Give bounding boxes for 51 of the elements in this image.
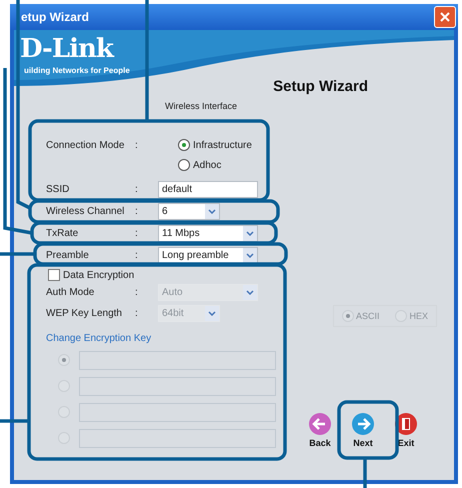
- dropdown[interactable]: Long preamble: [158, 246, 258, 264]
- next-button[interactable]: Next: [346, 412, 380, 448]
- field-label: SSID: [46, 184, 70, 194]
- exit-button[interactable]: Exit: [389, 412, 423, 448]
- field-label: Connection Mode: [46, 140, 126, 151]
- chevron-down-icon: [246, 252, 254, 258]
- separator: :: [135, 287, 139, 298]
- field-label: Preamble: [46, 250, 90, 260]
- window-title: etup Wizard: [21, 10, 89, 24]
- separator: :: [135, 184, 139, 194]
- back-button[interactable]: Back: [303, 412, 337, 448]
- logo: D-Link: [20, 34, 113, 64]
- chevron-down-icon: [208, 311, 216, 316]
- page-heading: Setup Wizard: [273, 78, 368, 95]
- leader-line: [363, 458, 367, 488]
- separator: :: [135, 308, 139, 319]
- field-label: WEP Key Length: [46, 308, 123, 319]
- dropdown[interactable]: 11 Mbps: [158, 224, 258, 242]
- chevron-down-icon: [246, 290, 254, 295]
- key-field[interactable]: [79, 402, 276, 422]
- door-icon: [394, 412, 418, 436]
- radio-button[interactable]: [178, 159, 190, 171]
- field-label: TxRate: [46, 228, 80, 238]
- checkbox[interactable]: [48, 269, 60, 281]
- close-icon: [440, 12, 450, 22]
- field-label: Wireless Channel: [46, 206, 126, 216]
- radio-label[interactable]: Infrastructure: [193, 140, 252, 150]
- arrow-right-icon: [351, 412, 375, 436]
- separator: :: [135, 140, 139, 151]
- chevron-down-icon: [246, 230, 254, 236]
- radio-button[interactable]: [178, 139, 190, 151]
- key-field[interactable]: [79, 376, 276, 396]
- section-title: Wireless Interface: [165, 101, 238, 111]
- arrow-left-icon: [308, 412, 332, 436]
- tagline: uilding Networks for People: [24, 66, 130, 75]
- separator: :: [135, 206, 139, 216]
- leader-line: [0, 419, 29, 423]
- dropdown[interactable]: 6: [158, 202, 220, 220]
- close-button[interactable]: [434, 6, 456, 28]
- leader-line: [0, 252, 35, 256]
- chevron-down-icon: [208, 208, 216, 214]
- input-field[interactable]: default: [158, 180, 258, 198]
- key-field[interactable]: [79, 350, 276, 370]
- field-label: Auth Mode: [46, 287, 96, 298]
- separator: :: [135, 228, 139, 238]
- checkbox-label[interactable]: Data Encryption: [63, 270, 134, 281]
- separator: :: [135, 250, 139, 260]
- key-field[interactable]: [79, 428, 276, 448]
- radio-label[interactable]: Adhoc: [193, 160, 222, 170]
- section-title: Change Encryption Key: [46, 333, 152, 344]
- callout-frame: [337, 400, 399, 460]
